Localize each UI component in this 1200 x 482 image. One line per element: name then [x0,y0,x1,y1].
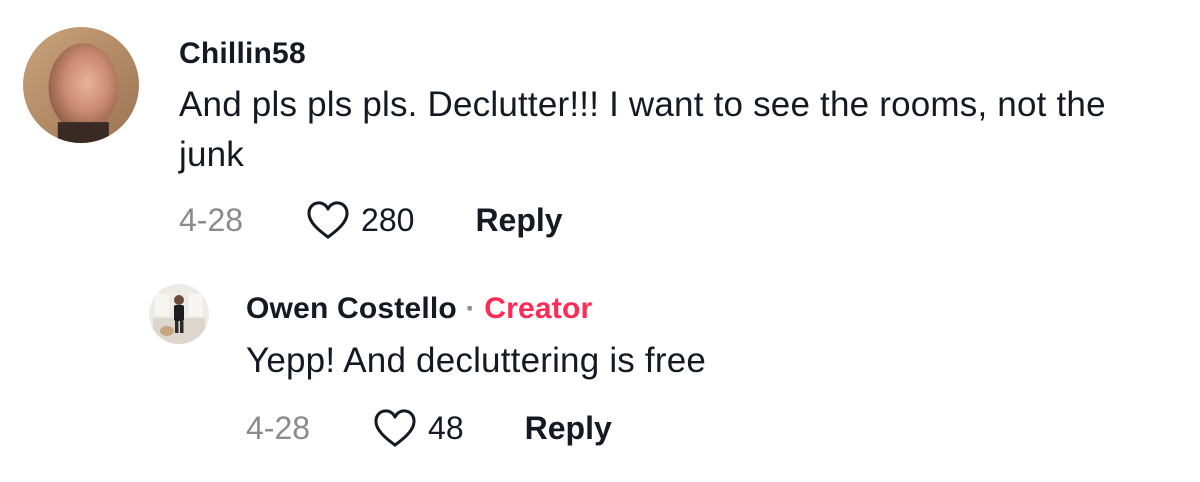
creator-badge: Creator [484,292,593,325]
reply-button[interactable]: Reply [475,202,562,239]
heart-outline-icon[interactable] [372,408,418,448]
comment-text: And pls pls pls. Declutter!!! I want to … [179,85,1106,174]
heart-outline-icon[interactable] [305,200,351,240]
comment-date: 4-28 [179,201,244,238]
like-count: 280 [361,201,415,238]
avatar[interactable] [149,284,209,344]
reply-username-line: Owen Costello · Creator [246,292,592,326]
reply-meta: 4-28 48 Reply [246,408,612,448]
comment-username[interactable]: Chillin58 [179,37,306,71]
comment-meta: 4-28 280 Reply [179,200,563,240]
profile-photo-icon [149,284,209,344]
reply-button[interactable]: Reply [525,410,612,447]
avatar[interactable] [23,27,139,143]
reply-text: Yepp! And decluttering is free [246,341,707,380]
reply-date: 4-28 [246,409,311,446]
reply-username[interactable]: Owen Costello [246,292,457,325]
like-count: 48 [428,409,464,446]
separator-dot: · [465,292,476,325]
profile-photo-icon [23,27,139,143]
